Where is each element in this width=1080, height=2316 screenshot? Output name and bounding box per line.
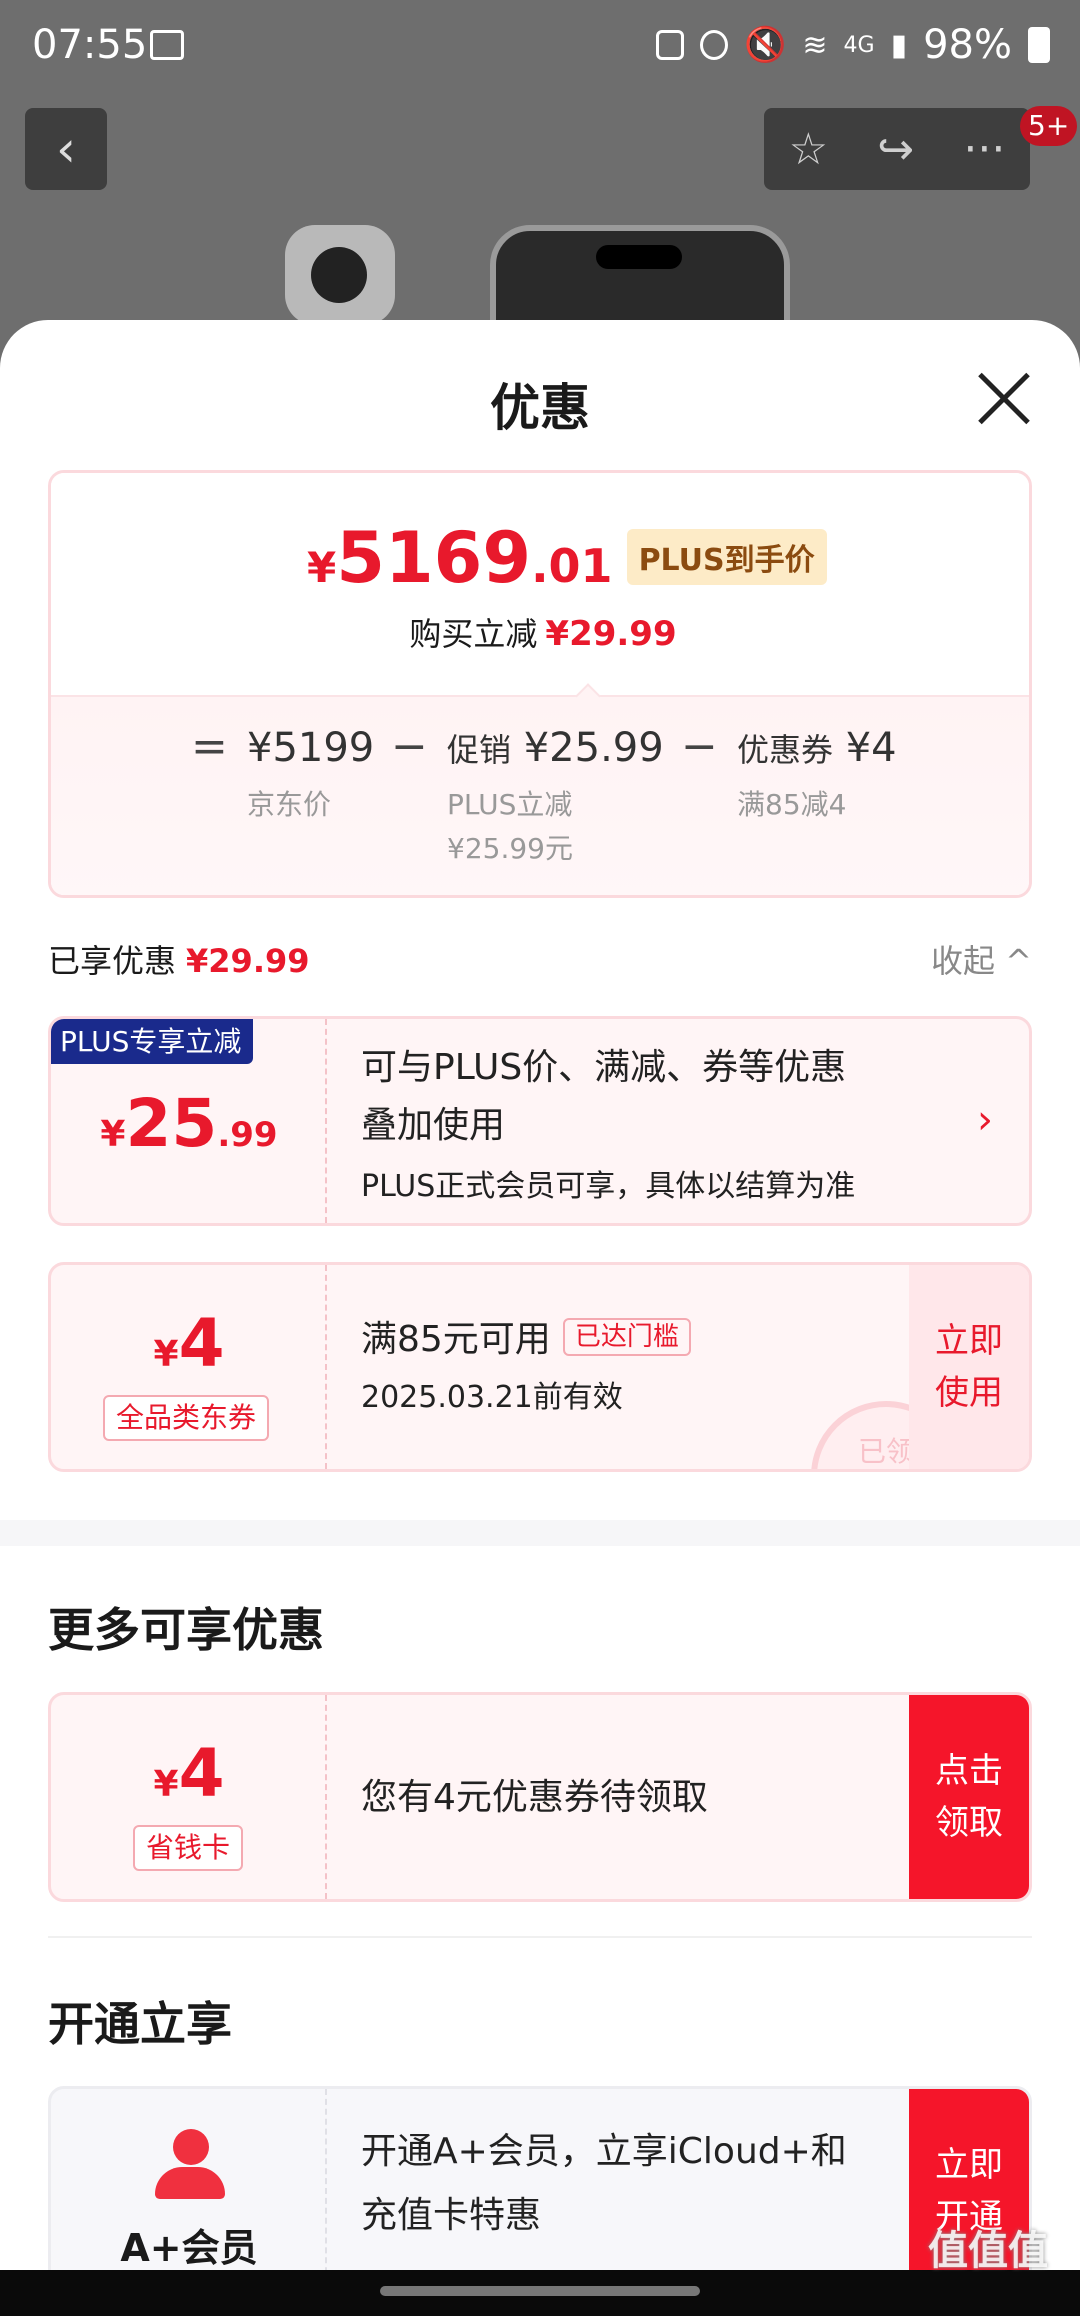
final-price: ¥ 5169 .01 PLUS到手价 — [307, 517, 827, 599]
section-divider — [0, 1520, 1080, 1546]
coupon-card: ¥4 全品类东券 满85元可用 已达门槛 2025.03.21前有效 已领 立即使… — [48, 1262, 1032, 1472]
status-time: 07:55 — [32, 22, 148, 68]
message-badge: 5+ — [1020, 106, 1078, 146]
user-icon — [155, 2129, 225, 2199]
back-icon: ‹ — [56, 120, 76, 178]
back-button[interactable]: ‹ — [25, 108, 107, 190]
threshold-reached-tag: 已达门槛 — [562, 1318, 691, 1356]
saving-amount: ¥4 — [153, 1735, 225, 1812]
divider — [48, 1936, 1032, 1938]
share-icon[interactable]: ↪ — [877, 124, 914, 175]
nfc-icon — [656, 30, 685, 60]
plus-discount-card[interactable]: ¥25.99 PLUS专享立减 可与PLUS价、满减、券等优惠 叠加使用 PLU… — [48, 1016, 1032, 1226]
coupon-price: 优惠券 ¥4 满85减4 — [737, 725, 897, 821]
alarm-icon — [700, 30, 729, 60]
membership-name: A+会员 — [120, 2226, 258, 2270]
saving-card: ¥4 省钱卡 您有4元优惠券待领取 点击 领取 — [48, 1692, 1032, 1902]
discount-sheet: 优惠 ¥ 5169 .01 PLUS到手价 购买立减 ¥29.99 = ¥5199… — [0, 320, 1080, 2270]
sheet-title: 优惠 — [490, 379, 590, 437]
enjoyed-discount: 已享优惠 ¥29.99 — [48, 942, 310, 980]
minus-sign: − — [391, 721, 428, 772]
purchase-cut: 购买立减 ¥29.99 — [409, 614, 677, 654]
more-icon[interactable]: ··· — [963, 124, 1005, 175]
open-benefits-title: 开通立享 — [48, 1997, 232, 2051]
price-summary: ¥ 5169 .01 PLUS到手价 购买立减 ¥29.99 = ¥5199 京东… — [48, 470, 1032, 898]
coupon-type-tag: 全品类东券 — [103, 1395, 269, 1441]
gallery-icon — [150, 30, 184, 60]
battery-icon — [1028, 27, 1050, 63]
signal-icon: ▮ — [890, 27, 908, 63]
collapse-button[interactable]: 收起 ^ — [931, 936, 1032, 982]
plus-price-tag: PLUS到手价 — [626, 529, 827, 585]
use-now-button[interactable]: 立即 使用 — [909, 1265, 1029, 1469]
coupon-amount: ¥4 — [153, 1305, 225, 1382]
network-label: 4G — [843, 32, 875, 58]
more-discounts-title: 更多可享优惠 — [48, 1603, 324, 1657]
chevron-right-icon: › — [977, 1097, 993, 1143]
site-watermark: 值值值 — [928, 2228, 1048, 2274]
home-indicator — [0, 2270, 1080, 2316]
saving-card-tag: 省钱卡 — [133, 1825, 243, 1871]
mute-icon: 🔇 — [744, 25, 787, 65]
plus-exclusive-tag: PLUS专享立减 — [51, 1019, 254, 1064]
equals-sign: = — [191, 721, 228, 772]
status-icons: 🔇 ≋ 4G ▮ 98% — [656, 22, 1050, 68]
battery-percent: 98% — [923, 22, 1012, 68]
status-bar: 07:55 🔇 ≋ 4G ▮ 98% — [0, 0, 1080, 92]
jd-price: ¥5199 京东价 — [247, 725, 375, 821]
wifi-icon: ≋ — [802, 27, 828, 63]
membership-card: A+会员 开通A+会员，立享iCloud+和 充值卡特惠 立即 开通 — [48, 2086, 1032, 2270]
close-icon[interactable] — [976, 370, 1032, 426]
claim-button[interactable]: 点击 领取 — [909, 1695, 1029, 1899]
promo-price: 促销 ¥25.99 PLUS立减 ¥25.99元 — [447, 725, 664, 865]
price-breakdown: = ¥5199 京东价 − 促销 ¥25.99 PLUS立减 ¥25.99元 − … — [51, 695, 1029, 895]
plus-discount-amount: ¥25.99 — [100, 1085, 278, 1162]
minus-sign: − — [681, 721, 718, 772]
top-actions: ☆ ↪ ··· — [764, 108, 1030, 190]
favorite-icon[interactable]: ☆ — [789, 124, 828, 175]
